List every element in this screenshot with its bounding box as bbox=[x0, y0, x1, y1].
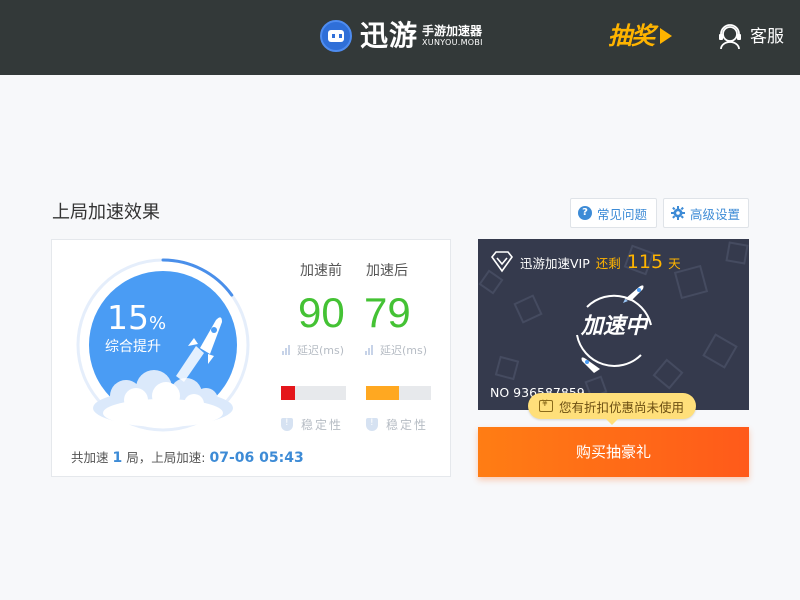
after-label: 加速后 bbox=[366, 263, 408, 279]
before-stability-bar bbox=[281, 386, 346, 400]
before-stability-fill bbox=[281, 386, 296, 400]
lottery-label: 抽奖 bbox=[608, 22, 655, 50]
logo-subtitle: 手游加速器 bbox=[422, 24, 483, 38]
improvement-label: 综合提升 bbox=[105, 339, 161, 355]
vip-remaining-label: 还剩 bbox=[595, 255, 621, 271]
shield-icon bbox=[281, 418, 293, 431]
before-stability-label: 稳定性 bbox=[281, 416, 343, 433]
acceleration-summary: 共加速 1 局，上局加速: 07-06 05:43 bbox=[71, 450, 304, 466]
rocket-icon bbox=[623, 285, 644, 303]
play-arrow-icon bbox=[660, 28, 672, 44]
vip-days-unit: 天 bbox=[668, 255, 681, 271]
coupon-text: 您有折扣优惠尚未使用 bbox=[559, 399, 685, 415]
logo-name: 迅游 bbox=[360, 19, 419, 52]
vip-remaining-days: 115 bbox=[626, 251, 664, 273]
accelerating-status: 加速中 bbox=[580, 314, 647, 339]
improvement-gauge bbox=[76, 258, 250, 432]
headset-icon bbox=[719, 24, 741, 50]
top-bar: 迅游 手游加速器 XUNYOU.MOBI 抽奖 客服 bbox=[0, 0, 800, 75]
acceleration-result-card: 15% 综合提升 加速前 加速后 90 79 延迟(ms) 延迟(ms) 稳定性… bbox=[51, 239, 451, 477]
diamond-icon bbox=[490, 251, 514, 273]
last-acceleration-time: 07-06 05:43 bbox=[209, 450, 304, 466]
faq-label: 常见问题 bbox=[597, 206, 648, 222]
vip-title: 迅游加速VIP bbox=[520, 255, 590, 271]
app-logo: 迅游 手游加速器 XUNYOU.MOBI bbox=[320, 18, 483, 54]
signal-icon bbox=[282, 345, 291, 355]
before-latency-value: 90 bbox=[298, 289, 345, 336]
question-icon: ? bbox=[578, 206, 592, 220]
logo-domain: XUNYOU.MOBI bbox=[422, 38, 483, 47]
logo-robot-icon bbox=[320, 20, 352, 52]
vip-card: 迅游加速VIP 还剩 115 天 加速中 NO 936587859 bbox=[478, 239, 749, 410]
service-label: 客服 bbox=[750, 27, 784, 47]
advanced-settings-button[interactable]: 高级设置 bbox=[663, 198, 749, 228]
coupon-tooltip[interactable]: 您有折扣优惠尚未使用 bbox=[528, 393, 697, 425]
signal-icon bbox=[365, 345, 374, 355]
after-stability-label: 稳定性 bbox=[366, 416, 428, 433]
after-stability-bar bbox=[366, 386, 431, 400]
coupon-icon bbox=[539, 399, 553, 412]
before-latency-unit: 延迟(ms) bbox=[282, 342, 344, 358]
after-latency-unit: 延迟(ms) bbox=[365, 342, 427, 358]
acceleration-count: 1 bbox=[112, 450, 123, 466]
after-latency-value: 79 bbox=[364, 289, 411, 336]
advanced-settings-label: 高级设置 bbox=[690, 206, 741, 222]
customer-service-button[interactable]: 客服 bbox=[718, 24, 784, 50]
rocket-icon bbox=[581, 357, 600, 373]
faq-button[interactable]: ? 常见问题 bbox=[570, 198, 657, 228]
after-stability-fill bbox=[366, 386, 399, 400]
lottery-button[interactable]: 抽奖 bbox=[608, 20, 672, 52]
gear-icon bbox=[671, 206, 685, 220]
shield-icon bbox=[366, 418, 378, 431]
before-label: 加速前 bbox=[300, 263, 342, 279]
buy-button[interactable]: 购买抽豪礼 bbox=[478, 427, 749, 477]
page-title: 上局加速效果 bbox=[52, 202, 160, 223]
